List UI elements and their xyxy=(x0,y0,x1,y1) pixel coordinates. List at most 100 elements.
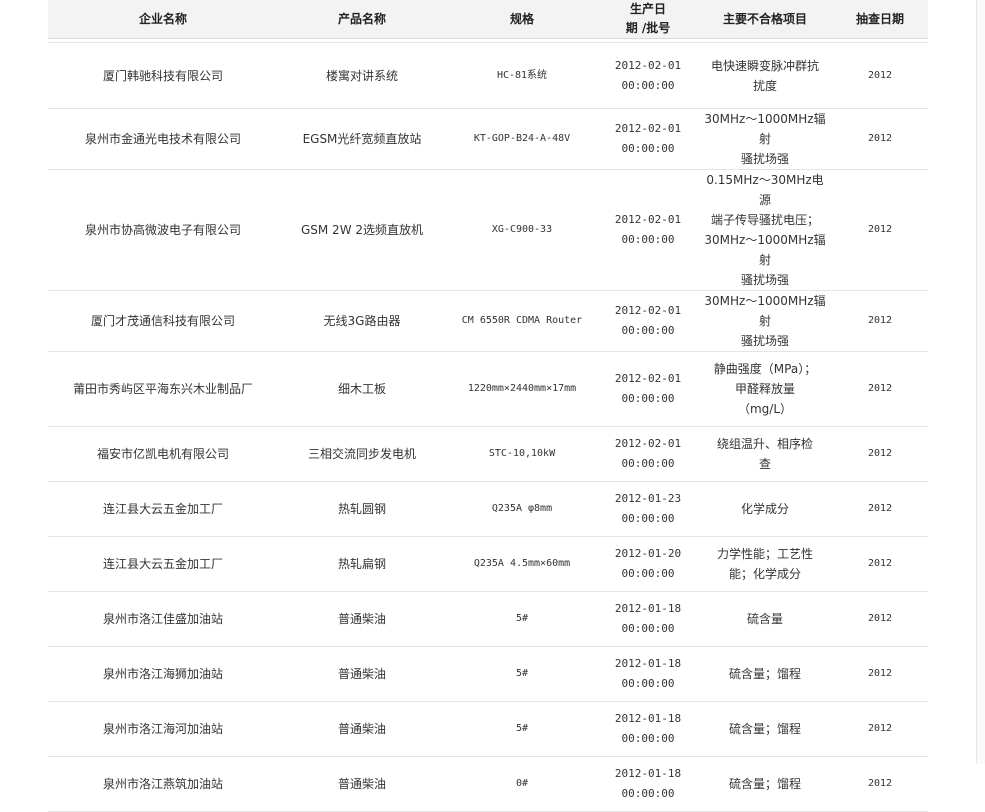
production-date: 2012-01-23 xyxy=(614,492,682,505)
cell-product: 三相交流同步发电机 xyxy=(278,426,446,482)
header-product: 产品名称 xyxy=(278,0,446,39)
cell-issue: 硫含量；馏程 xyxy=(698,646,832,702)
production-date: 2012-01-18 xyxy=(614,602,682,615)
cell-spec: 1220mm×2440mm×17mm xyxy=(446,351,598,427)
cell-spec: Q235A 4.5mm×60mm xyxy=(446,536,598,592)
issue-line: （mg/L） xyxy=(737,402,793,416)
cell-company: 泉州市洛江燕筑加油站 xyxy=(48,756,278,812)
cell-check-date: 2012 xyxy=(832,536,928,592)
header-spec: 规格 xyxy=(446,0,598,39)
table-row: 泉州市洛江海河加油站 普通柴油 5# 2012-01-18 00:00:00 硫含量；馏程… xyxy=(48,701,928,757)
cell-company: 福安市亿凯电机有限公司 xyxy=(48,426,278,482)
cell-spec: HC-81系统 xyxy=(446,42,598,109)
production-date: 2012-02-01 xyxy=(614,213,682,226)
cell-production-date: 2012-02-01 00:00:00 xyxy=(598,290,698,352)
page-scrollbar[interactable] xyxy=(976,0,985,764)
production-time: 00:00:00 xyxy=(621,78,675,92)
cell-issue: 化学成分 xyxy=(698,481,832,537)
table-row: 莆田市秀屿区平海东兴木业制品厂 细木工板 1220mm×2440mm×17mm 201… xyxy=(48,351,928,427)
production-time: 00:00:00 xyxy=(621,324,675,337)
cell-production-date: 2012-02-01 00:00:00 xyxy=(598,42,698,109)
production-time: 00:00:00 xyxy=(621,732,675,745)
cell-spec: Q235A φ8mm xyxy=(446,481,598,537)
issue-line: 扰度 xyxy=(752,78,777,93)
cell-product: 无线3G路由器 xyxy=(278,290,446,352)
production-time: 00:00:00 xyxy=(621,622,675,635)
cell-spec: XG-C900-33 xyxy=(446,169,598,291)
cell-check-date: 2012 xyxy=(832,42,928,109)
production-time: 00:00:00 xyxy=(621,392,675,405)
cell-product: 普通柴油 xyxy=(278,756,446,812)
cell-production-date: 2012-02-01 00:00:00 xyxy=(598,351,698,427)
cell-spec: 5# xyxy=(446,646,598,702)
cell-product: 普通柴油 xyxy=(278,646,446,702)
production-date: 2012-01-20 xyxy=(614,547,682,560)
table-row: 泉州市协高微波电子有限公司 GSM 2W 2选频直放机 XG-C900-33 2012… xyxy=(48,169,928,291)
header-production-date: 生产日期 /批号 xyxy=(598,0,698,39)
cell-company: 莆田市秀屿区平海东兴木业制品厂 xyxy=(48,351,278,427)
production-date: 2012-01-18 xyxy=(614,712,682,725)
issue-line: 化学成分 xyxy=(740,502,789,516)
cell-production-date: 2012-01-18 00:00:00 xyxy=(598,591,698,647)
cell-product: 普通柴油 xyxy=(278,701,446,757)
cell-issue: 30MHz～1000MHz辐射 骚扰场强 xyxy=(698,108,832,170)
production-date: 2012-02-01 xyxy=(614,437,682,450)
cell-company: 厦门韩驰科技有限公司 xyxy=(48,42,278,109)
issue-line: 力学性能；工艺性 xyxy=(716,547,813,561)
issue-line: 骚扰场强 xyxy=(740,334,789,348)
production-time: 00:00:00 xyxy=(621,567,675,580)
inspection-results-table: 企业名称 产品名称 规格 生产日期 /批号 主要不合格项目 抽查日期 厦门韩驰科… xyxy=(48,0,928,812)
issue-line: 绕组温升、相序检 xyxy=(716,437,813,451)
cell-spec: 5# xyxy=(446,591,598,647)
cell-production-date: 2012-01-23 00:00:00 xyxy=(598,481,698,537)
production-date: 2012-01-18 xyxy=(614,657,682,670)
issue-line: 0.15MHz～30MHz电源 xyxy=(706,173,824,207)
cell-check-date: 2012 xyxy=(832,646,928,702)
cell-product: 普通柴油 xyxy=(278,591,446,647)
table-row: 厦门韩驰科技有限公司 楼寓对讲系统 HC-81系统 2012-02-01 00:00:0… xyxy=(48,42,928,109)
header-production-date-line2: 期 /批号 xyxy=(625,21,671,35)
cell-company: 连江县大云五金加工厂 xyxy=(48,481,278,537)
cell-product: 热轧圆钢 xyxy=(278,481,446,537)
issue-line: 硫含量；馏程 xyxy=(728,667,801,681)
production-date: 2012-01-18 xyxy=(614,767,682,780)
production-time: 00:00:00 xyxy=(621,677,675,690)
cell-company: 泉州市协高微波电子有限公司 xyxy=(48,169,278,291)
production-time: 00:00:00 xyxy=(621,457,675,470)
cell-company: 厦门才茂通信科技有限公司 xyxy=(48,290,278,352)
cell-check-date: 2012 xyxy=(832,701,928,757)
issue-line: 甲醛释放量 xyxy=(734,382,795,396)
cell-issue: 硫含量 xyxy=(698,591,832,647)
cell-spec: 0# xyxy=(446,756,598,812)
cell-production-date: 2012-01-18 00:00:00 xyxy=(598,701,698,757)
cell-spec: KT-GOP-B24-A-48V xyxy=(446,108,598,170)
cell-spec: STC-10,10kW xyxy=(446,426,598,482)
cell-issue: 绕组温升、相序检查 xyxy=(698,426,832,482)
cell-production-date: 2012-01-18 00:00:00 xyxy=(598,756,698,812)
cell-production-date: 2012-02-01 00:00:00 xyxy=(598,108,698,170)
inspection-table-container: 企业名称 产品名称 规格 生产日期 /批号 主要不合格项目 抽查日期 厦门韩驰科… xyxy=(48,0,928,812)
issue-line: 能；化学成分 xyxy=(728,567,801,581)
header-check-date: 抽查日期 xyxy=(832,0,928,39)
cell-check-date: 2012 xyxy=(832,290,928,352)
table-row: 泉州市金通光电技术有限公司 EGSM光纤宽频直放站 KT-GOP-B24-A-48V… xyxy=(48,108,928,170)
table-row: 泉州市洛江海狮加油站 普通柴油 5# 2012-01-18 00:00:00 硫含量；馏程… xyxy=(48,646,928,702)
cell-product: 细木工板 xyxy=(278,351,446,427)
cell-product: 楼寓对讲系统 xyxy=(278,42,446,109)
cell-check-date: 2012 xyxy=(832,169,928,291)
production-time: 00:00:00 xyxy=(621,512,675,525)
production-time: 00:00:00 xyxy=(621,142,675,155)
table-row: 泉州市洛江佳盛加油站 普通柴油 5# 2012-01-18 00:00:00 硫含量 201… xyxy=(48,591,928,647)
header-issue: 主要不合格项目 xyxy=(698,0,832,39)
cell-issue: 0.15MHz～30MHz电源 端子传导骚扰电压； 30MHz～1000MHz辐射骚… xyxy=(698,169,832,291)
issue-line: 静曲强度（MPa）； xyxy=(713,362,817,376)
cell-production-date: 2012-01-20 00:00:00 xyxy=(598,536,698,592)
table-row: 连江县大云五金加工厂 热轧扁钢 Q235A 4.5mm×60mm 2012-01-20… xyxy=(48,536,928,592)
production-time: 00:00:00 xyxy=(621,787,675,800)
table-row: 厦门才茂通信科技有限公司 无线3G路由器 CM 6550R CDMA Router 2… xyxy=(48,290,928,352)
cell-issue: 30MHz～1000MHz辐射 骚扰场强 xyxy=(698,290,832,352)
cell-spec: 5# xyxy=(446,701,598,757)
issue-line: 骚扰场强 xyxy=(740,273,789,287)
cell-issue: 硫含量；馏程 xyxy=(698,756,832,812)
cell-production-date: 2012-01-18 00:00:00 xyxy=(598,646,698,702)
